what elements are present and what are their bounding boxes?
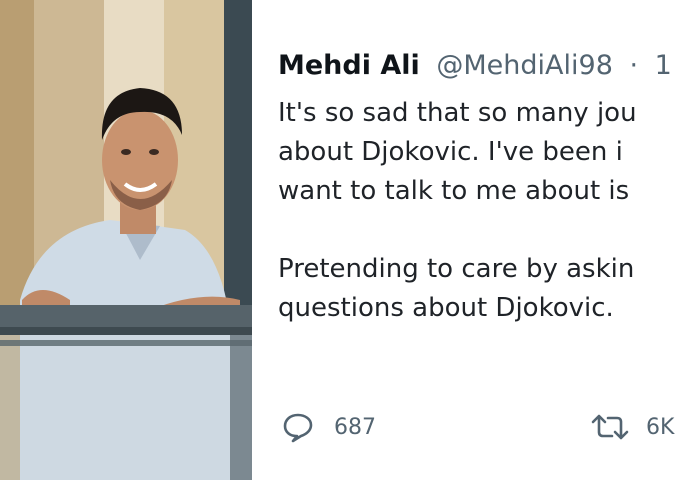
screenshot-root: Mehdi Ali @MehdiAli98 · 1 It's so sad th… xyxy=(0,0,690,480)
reply-icon xyxy=(278,407,318,447)
tweet-line-1: It's so sad that so many jou xyxy=(278,98,637,128)
tweet-time[interactable]: 1 xyxy=(655,50,672,81)
author-handle[interactable]: @MehdiAli98 xyxy=(436,50,613,81)
tweet-line-3: want to talk to me about is xyxy=(278,176,630,206)
author-name[interactable]: Mehdi Ali xyxy=(278,50,420,81)
retweet-button[interactable]: 6K xyxy=(590,402,674,452)
tweet-body: It's so sad that so many jou about Djoko… xyxy=(278,94,690,328)
tweet-header: Mehdi Ali @MehdiAli98 · 1 xyxy=(278,48,672,84)
tweet-line-4: Pretending to care by askin xyxy=(278,254,635,284)
tweet-actions: 687 6K xyxy=(278,402,690,452)
photo-panel xyxy=(0,0,252,480)
panel-divider xyxy=(252,0,262,480)
separator-dot: · xyxy=(629,50,639,81)
balcony-photo xyxy=(0,0,252,480)
retweet-icon xyxy=(590,407,630,447)
tweet-line-2: about Djokovic. I've been i xyxy=(278,137,623,167)
tweet-card: Mehdi Ali @MehdiAli98 · 1 It's so sad th… xyxy=(262,0,690,480)
retweet-count: 6K xyxy=(646,414,675,440)
reply-button[interactable]: 687 xyxy=(278,402,376,452)
reply-count: 687 xyxy=(334,414,376,440)
tweet-line-5: questions about Djokovic. xyxy=(278,293,614,323)
